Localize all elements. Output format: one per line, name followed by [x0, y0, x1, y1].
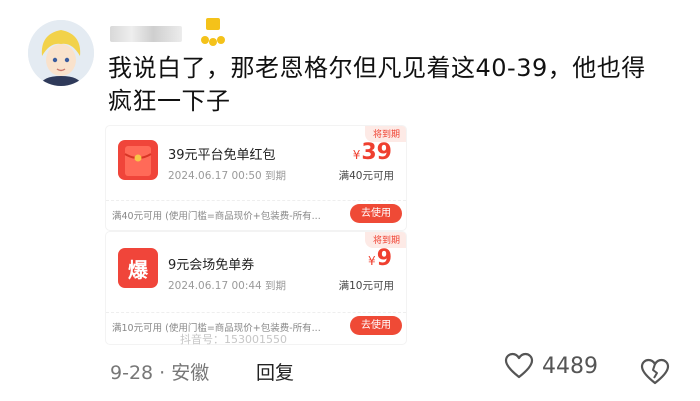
username[interactable] — [110, 26, 182, 42]
coupon-expiry-date: 2024.06.17 00:44 到期 — [168, 280, 287, 292]
coupon-divider — [106, 312, 406, 313]
reply-button[interactable]: 回复 — [256, 358, 294, 385]
bao-icon-label: 爆 — [128, 257, 148, 282]
coupon-value: 39 — [361, 140, 392, 165]
coupon-main: 39元平台免单红包 2024.06.17 00:50 到期 ¥39 满40元可用… — [106, 126, 406, 198]
coupon-expiry-date: 2024.06.17 00:50 到期 — [168, 170, 287, 182]
like-button[interactable]: 4489 — [504, 352, 598, 380]
user-badge-icon — [196, 18, 230, 48]
coupon-amount: ¥39 — [353, 140, 392, 165]
use-coupon-button[interactable]: 去使用 — [350, 204, 402, 223]
coupon-name: 9元会场免单券 — [168, 258, 255, 273]
coupon-divider — [106, 200, 406, 201]
watermark: 抖音号：153001550 — [180, 333, 287, 346]
use-coupon-button[interactable]: 去使用 — [350, 316, 402, 335]
coupon-condition: 满10元可用 — [338, 280, 394, 292]
dislike-button[interactable] — [640, 358, 670, 390]
coupon-amount: ¥9 — [368, 246, 392, 271]
like-count: 4489 — [542, 353, 598, 379]
broken-heart-icon — [640, 358, 670, 385]
expiring-tag: 将到期 — [364, 232, 406, 248]
currency-symbol: ¥ — [352, 148, 361, 162]
heart-icon — [504, 352, 534, 379]
coupon-rule: 满40元可用 (使用门槛=商品现价+包装费-所有... — [112, 211, 321, 222]
coupon-name: 39元平台免单红包 — [168, 148, 276, 163]
avatar[interactable] — [28, 20, 94, 86]
coupon-condition: 满40元可用 — [338, 170, 394, 182]
avatar-image — [28, 20, 94, 86]
coupon-card[interactable]: 爆 9元会场免单券 2024.06.17 00:44 到期 ¥9 满10元可用 … — [106, 232, 406, 344]
currency-symbol: ¥ — [368, 254, 376, 268]
comment-date-location: 9-28 · 安徽 — [110, 362, 210, 384]
comment-text: 我说白了，那老恩格尔但凡见着这40-39，他也得疯狂一下子 — [108, 54, 646, 115]
bao-icon: 爆 — [118, 248, 158, 288]
coupon-value: 9 — [376, 246, 392, 271]
coupon-card[interactable]: 39元平台免单红包 2024.06.17 00:50 到期 ¥39 满40元可用… — [106, 126, 406, 230]
coupon-main: 爆 9元会场免单券 2024.06.17 00:44 到期 ¥9 满10元可用 … — [106, 232, 406, 310]
red-envelope-icon — [118, 140, 158, 180]
expiring-tag: 将到期 — [364, 126, 406, 142]
